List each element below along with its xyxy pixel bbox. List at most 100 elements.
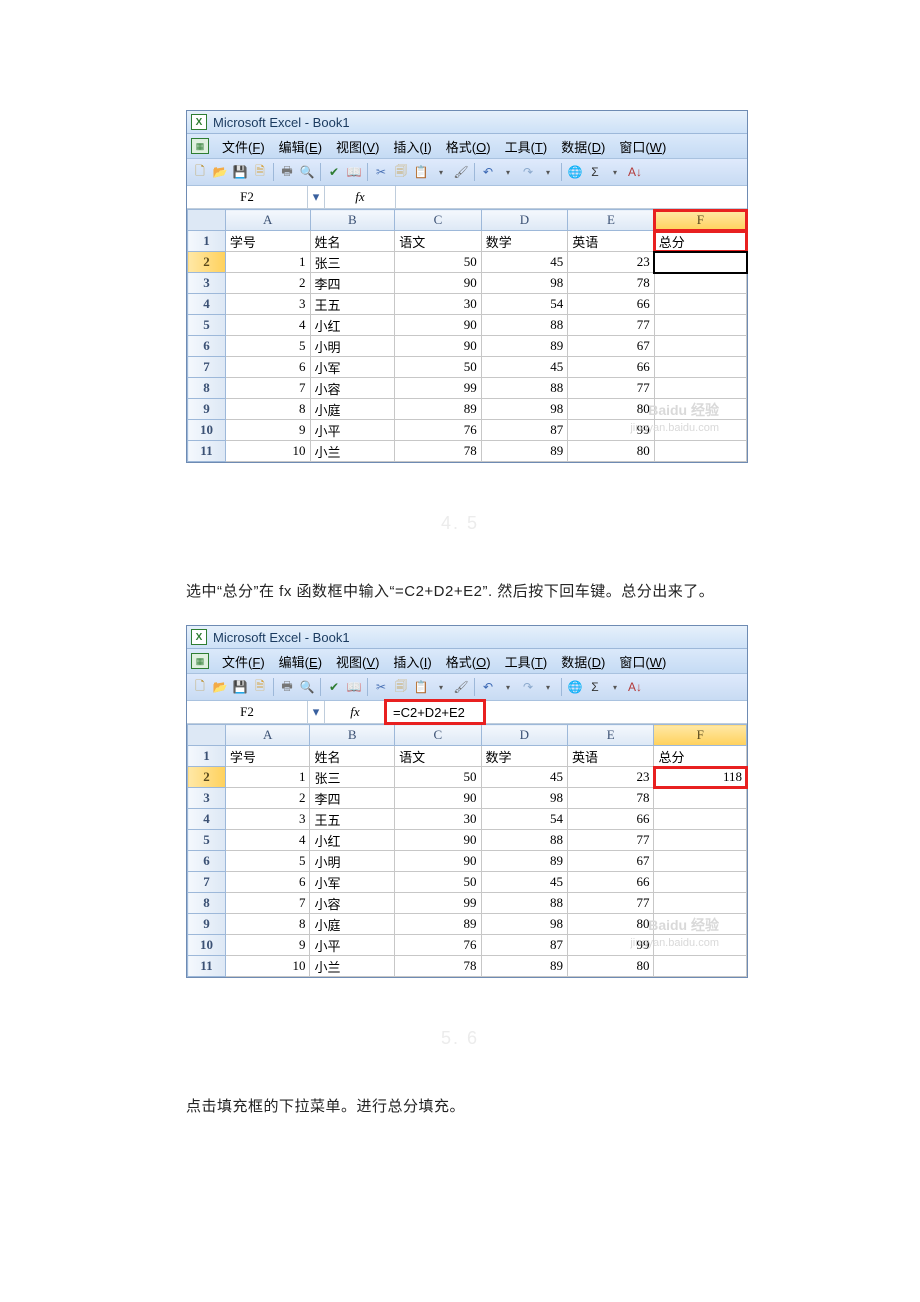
cell[interactable]: 语文 — [395, 746, 481, 767]
row-header[interactable]: 2 — [188, 767, 226, 788]
row-header[interactable]: 5 — [188, 315, 226, 336]
new-icon[interactable]: 🗋 — [191, 678, 209, 696]
cell-f2-result[interactable]: 118 — [654, 767, 747, 788]
cell[interactable] — [654, 935, 747, 956]
cell[interactable]: 89 — [395, 914, 481, 935]
cell[interactable]: 50 — [395, 872, 481, 893]
cell[interactable]: 2 — [225, 273, 310, 294]
spellcheck-icon[interactable]: ✔ — [325, 163, 343, 181]
copy-icon[interactable]: 🗐 — [392, 163, 410, 181]
cell[interactable]: 学号 — [225, 231, 310, 252]
cell[interactable]: 9 — [225, 935, 310, 956]
cell[interactable] — [654, 336, 746, 357]
menu-file[interactable]: 文件(F) — [215, 137, 272, 156]
cell[interactable] — [654, 956, 747, 977]
cell[interactable]: 1 — [225, 252, 310, 273]
cell-f1-total-header[interactable]: 总分 — [654, 231, 746, 252]
col-header-c[interactable]: C — [395, 210, 482, 231]
cell[interactable]: 小军 — [310, 872, 395, 893]
hyperlink-icon[interactable]: 🌐 — [566, 678, 584, 696]
row-header[interactable]: 7 — [188, 357, 226, 378]
menu-view[interactable]: 视图(V) — [329, 652, 386, 671]
row-header[interactable]: 4 — [188, 294, 226, 315]
cell[interactable]: 3 — [225, 294, 310, 315]
fx-button[interactable]: fx — [325, 186, 396, 208]
cell[interactable]: 90 — [395, 851, 481, 872]
cell[interactable]: 99 — [568, 935, 654, 956]
cell[interactable]: 8 — [225, 914, 310, 935]
cell[interactable]: 6 — [225, 872, 310, 893]
format-painter-icon[interactable]: 🖌 — [452, 163, 470, 181]
cell[interactable] — [654, 914, 747, 935]
cell[interactable]: 98 — [481, 788, 567, 809]
cell[interactable]: 66 — [568, 357, 655, 378]
row-header[interactable]: 11 — [188, 441, 226, 462]
cell[interactable] — [654, 399, 746, 420]
copy-icon[interactable]: 🗐 — [392, 678, 410, 696]
cell[interactable]: 3 — [225, 809, 310, 830]
cell[interactable]: 89 — [481, 441, 568, 462]
cell[interactable] — [654, 315, 746, 336]
cell[interactable]: 10 — [225, 441, 310, 462]
row-header[interactable]: 9 — [188, 914, 226, 935]
open-icon[interactable]: 📂 — [211, 163, 229, 181]
format-painter-icon[interactable]: 🖌 — [452, 678, 470, 696]
cell[interactable]: 小红 — [310, 830, 395, 851]
row-header[interactable]: 9 — [188, 399, 226, 420]
cell[interactable]: 99 — [568, 420, 655, 441]
cell[interactable]: 45 — [481, 357, 568, 378]
cell[interactable]: 姓名 — [310, 231, 395, 252]
cell[interactable]: 89 — [481, 851, 567, 872]
cell[interactable]: 90 — [395, 336, 482, 357]
cell[interactable]: 1 — [225, 767, 310, 788]
col-header-d[interactable]: D — [481, 210, 568, 231]
name-box[interactable]: F2 — [187, 186, 308, 208]
cell[interactable]: 小兰 — [310, 956, 395, 977]
cell[interactable]: 88 — [481, 378, 568, 399]
formula-input-highlighted[interactable]: =C2+D2+E2 — [384, 699, 486, 725]
cell[interactable]: 30 — [395, 294, 482, 315]
cell[interactable]: 9 — [225, 420, 310, 441]
cell[interactable]: 23 — [568, 767, 654, 788]
research-icon[interactable]: 📖 — [345, 678, 363, 696]
name-box-dropdown-icon[interactable]: ▾ — [308, 186, 325, 208]
cell[interactable]: 王五 — [310, 294, 395, 315]
cell[interactable]: 78 — [395, 956, 481, 977]
name-box-dropdown-icon[interactable]: ▾ — [308, 701, 325, 723]
cell[interactable]: 80 — [568, 399, 655, 420]
cell[interactable] — [654, 441, 746, 462]
cell[interactable] — [654, 273, 746, 294]
cell[interactable]: 98 — [481, 914, 567, 935]
cell[interactable]: 54 — [481, 809, 567, 830]
cell[interactable]: 7 — [225, 378, 310, 399]
cell[interactable]: 小红 — [310, 315, 395, 336]
cell[interactable]: 小明 — [310, 851, 395, 872]
cell[interactable] — [654, 809, 747, 830]
cell[interactable]: 数学 — [481, 746, 567, 767]
paste-dd-icon[interactable]: ▾ — [432, 678, 450, 696]
autosum-dd-icon[interactable]: ▾ — [606, 678, 624, 696]
cell[interactable]: 87 — [481, 935, 567, 956]
redo-dd-icon[interactable]: ▾ — [539, 678, 557, 696]
cell[interactable]: 5 — [225, 851, 310, 872]
spellcheck-icon[interactable]: ✔ — [325, 678, 343, 696]
cell[interactable]: 学号 — [225, 746, 310, 767]
open-icon[interactable]: 📂 — [211, 678, 229, 696]
menu-view[interactable]: 视图(V) — [329, 137, 386, 156]
cell[interactable]: 76 — [395, 935, 481, 956]
new-icon[interactable]: 🗋 — [191, 163, 209, 181]
cell[interactable]: 66 — [568, 872, 654, 893]
undo-icon[interactable]: ↶ — [479, 678, 497, 696]
cell[interactable]: 66 — [568, 809, 654, 830]
cell[interactable]: 7 — [225, 893, 310, 914]
save-icon[interactable]: 💾 — [231, 678, 249, 696]
cell[interactable]: 54 — [481, 294, 568, 315]
redo-icon[interactable]: ↷ — [519, 163, 537, 181]
cell[interactable]: 77 — [568, 315, 655, 336]
cell[interactable]: 张三 — [310, 767, 395, 788]
cell[interactable]: 5 — [225, 336, 310, 357]
menu-format[interactable]: 格式(O) — [439, 137, 498, 156]
col-header-b[interactable]: B — [310, 725, 395, 746]
cell[interactable]: 姓名 — [310, 746, 395, 767]
cell[interactable]: 78 — [568, 788, 654, 809]
